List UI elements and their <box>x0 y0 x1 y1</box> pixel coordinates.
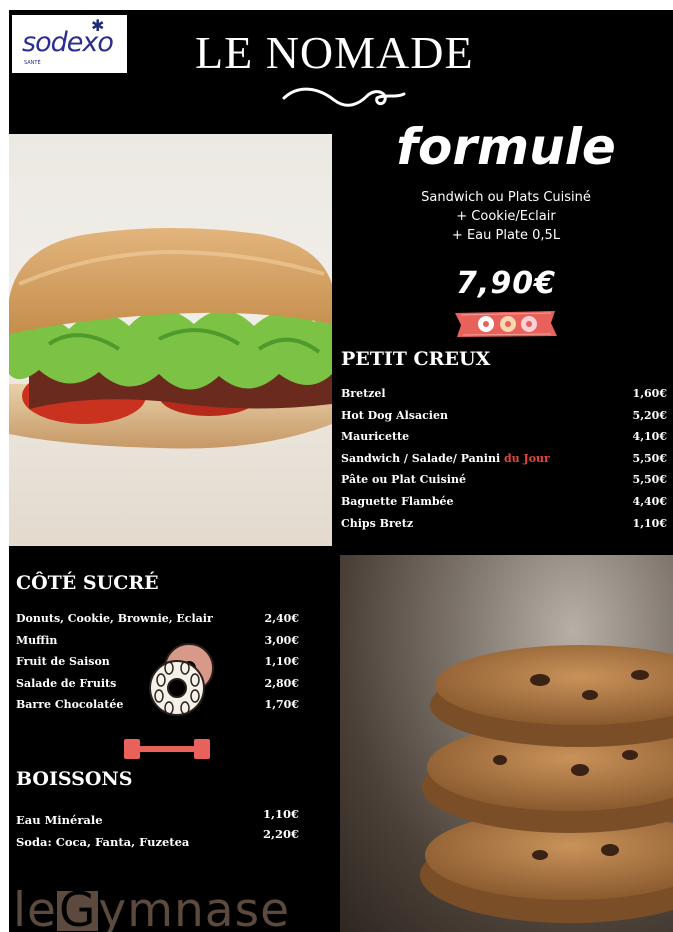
item-name: Muffin <box>16 633 58 647</box>
item-price: 4,10€ <box>632 430 667 444</box>
item-name: Sandwich / Salade/ Panini <box>341 451 504 465</box>
item-name: Mauricette <box>341 430 410 444</box>
item-price: 2,20€ <box>262 827 299 841</box>
item-name: Fruit de Saison <box>16 655 110 669</box>
brand-sub: SANTÉ <box>24 60 41 66</box>
formule-title: formule <box>396 118 616 176</box>
item-price: 1,70€ <box>264 698 299 712</box>
item-price: 3,00€ <box>264 633 299 647</box>
bar-tape-sticker <box>124 739 210 759</box>
donuts-illustration <box>149 643 214 716</box>
donut-tape-sticker <box>455 311 557 337</box>
swirl-ornament <box>282 87 406 107</box>
item-price: 1,10€ <box>632 516 667 530</box>
item-name: Soda: Coca, Fanta, Fuzetea <box>16 835 190 849</box>
sandwich-illustration <box>9 228 332 449</box>
item-price: 2,80€ <box>264 676 299 690</box>
item-name: Eau Minérale <box>16 813 103 827</box>
item-name: Pâte ou Plat Cuisiné <box>341 473 466 487</box>
gymnase-suffix: ymnase <box>98 883 290 932</box>
list-item: Hot Dog Alsacien 5,20€ <box>341 405 667 427</box>
gymnase-prefix: le <box>13 883 57 932</box>
gymnase-logo: leGymnase <box>13 886 290 932</box>
list-item: Eau Minérale 1,10€ <box>16 807 299 831</box>
list-item: Donuts, Cookie, Brownie, Eclair 2,40€ <box>16 608 299 630</box>
item-price: 1,10€ <box>262 807 299 821</box>
petit-creux-list: Bretzel 1,60€ Hot Dog Alsacien 5,20€ Mauri… <box>341 383 667 534</box>
item-name: Baguette Flambée <box>341 494 454 508</box>
section-title-cote-sucre: CÔTÉ SUCRÉ <box>16 572 159 594</box>
item-name: Donuts, Cookie, Brownie, Eclair <box>16 612 213 625</box>
menu-poster: sodexo ✱ SANTÉ LE NOMADE formule Sandwic… <box>9 10 673 932</box>
list-item: Bretzel 1,60€ <box>341 383 667 405</box>
sandwich-photo <box>9 134 332 546</box>
formule-line: Sandwich ou Plats Cuisiné <box>421 190 591 205</box>
item-price: 5,50€ <box>632 451 667 465</box>
section-title-boissons: BOISSONS <box>16 768 133 790</box>
list-item: Baguette Flambée 4,40€ <box>341 491 667 513</box>
item-price: 1,10€ <box>264 655 299 669</box>
item-price: 5,50€ <box>632 473 667 487</box>
item-price: 4,40€ <box>632 494 667 508</box>
list-item: Sandwich / Salade/ Panini du Jour 5,50€ <box>341 448 667 470</box>
cookies-photo <box>340 555 673 932</box>
sodexo-logo: sodexo ✱ SANTÉ <box>12 15 127 73</box>
item-name: Barre Chocolatée <box>16 698 124 712</box>
item-price: 2,40€ <box>264 612 299 625</box>
star-icon: ✱ <box>91 16 105 35</box>
list-item: Chips Bretz 1,10€ <box>341 513 667 535</box>
list-item: Pâte ou Plat Cuisiné 5,50€ <box>341 469 667 491</box>
list-item: Soda: Coca, Fanta, Fuzetea 2,20€ <box>16 827 299 853</box>
item-highlight: du Jour <box>503 451 550 465</box>
formule-description: Sandwich ou Plats Cuisiné + Cookie/Eclai… <box>339 188 673 245</box>
formule-price: 7,90€ <box>456 266 556 301</box>
cookies-illustration <box>420 645 673 923</box>
section-title-petit-creux: PETIT CREUX <box>341 348 491 370</box>
formule-line: + Eau Plate 0,5L <box>451 228 561 243</box>
boissons-list: Eau Minérale 1,10€ Soda: Coca, Fanta, Fuz… <box>16 807 299 853</box>
item-name: Hot Dog Alsacien <box>341 408 448 422</box>
page-title: LE NOMADE <box>195 27 474 78</box>
item-price: 5,20€ <box>632 408 667 422</box>
item-name: Chips Bretz <box>341 516 414 530</box>
list-item: Mauricette 4,10€ <box>341 426 667 448</box>
item-price: 1,60€ <box>632 387 667 400</box>
item-name: Bretzel <box>341 387 386 400</box>
formule-line: + Cookie/Eclair <box>456 209 556 224</box>
gymnase-letter: G <box>56 883 99 932</box>
item-name: Salade de Fruits <box>16 676 117 690</box>
